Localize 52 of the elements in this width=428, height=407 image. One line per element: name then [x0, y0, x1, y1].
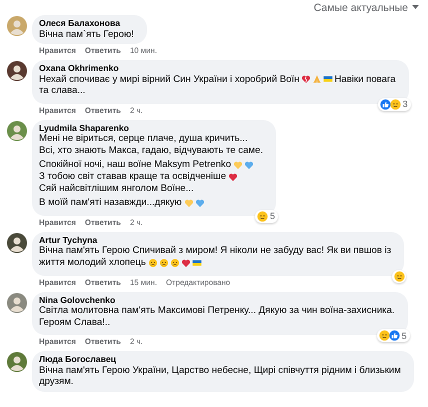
comment-text: Світла молитовна пам'ять Максимові Петренку... Дякую за чин воїна-захисника. — [39, 305, 395, 317]
avatar[interactable] — [7, 232, 27, 253]
author-name[interactable]: Олеся Балахонова — [39, 18, 135, 28]
reaction-badge[interactable] — [392, 270, 406, 283]
sort-dropdown[interactable]: Самые актуальные — [314, 0, 422, 15]
author-name[interactable]: Oxana Okhrimenko — [39, 63, 397, 74]
comment-text: життя молодий хлопець — [39, 256, 146, 269]
like-icon — [380, 98, 391, 110]
reaction-badge[interactable]: 5 — [376, 329, 410, 342]
flag-icon — [192, 258, 202, 268]
heart-icon — [244, 160, 254, 170]
comment-text: Сяй найсвітлішим янголом Воїне... — [39, 182, 194, 194]
comment-text: Героям Слава!.. — [39, 316, 110, 328]
author-name[interactable]: Artur Tychyna — [39, 234, 392, 246]
comment-text: В моїй пам'яті назавжди...дякую — [39, 197, 182, 209]
comment-text: Всі, хто знають Макса, гадаю, відчувають те саме. — [39, 144, 264, 156]
heart-icon — [184, 198, 194, 208]
broken-heart-icon — [301, 74, 312, 84]
reaction-count: 5 — [270, 211, 276, 222]
comment-text: Мені не віриться, серце плаче, душа кричить... — [39, 133, 248, 145]
comment-text: Вічна пам'ять Герою Спичивай з миром! Я ніколи не забуду вас! Як ви пвшов із — [39, 245, 392, 257]
comment-text: Нехай спочиває у мирі вірний Син України і хоробрий Воїн — [39, 74, 300, 86]
sad-face-icon — [257, 210, 268, 222]
comment-text: Вічна пам'ять Герою України, Царство небесне, Щирі співчуття рідним і близьким — [39, 364, 401, 376]
author-name[interactable]: Люда Богославец — [39, 354, 402, 365]
sad-face-icon — [390, 98, 401, 110]
heart-icon — [194, 198, 205, 208]
flag-icon — [323, 74, 334, 84]
reaction-count: 5 — [402, 330, 408, 341]
reaction-count: 3 — [402, 99, 409, 110]
heart-icon — [233, 160, 244, 170]
caret-icon — [412, 5, 419, 10]
heart-icon — [180, 258, 191, 268]
avatar[interactable] — [7, 61, 27, 82]
comment-text: Навіки повага — [334, 74, 396, 86]
sad-face-icon — [378, 330, 390, 342]
reaction-badge[interactable]: 5 — [255, 210, 278, 223]
comment-text: З тобою світ ставав краще та освідченіше — [39, 171, 226, 183]
comment-text: Спокійної ночі, наш воїне Maksym Petrenko — [39, 159, 232, 172]
heart-icon — [228, 172, 238, 182]
like-icon — [388, 330, 400, 342]
sad-face-icon — [158, 258, 169, 268]
comment-text: Вічна пам`ять Герою! — [39, 28, 134, 40]
comment-text: та слава... — [39, 85, 86, 97]
avatar[interactable] — [7, 352, 27, 372]
sad-face-icon — [394, 270, 406, 282]
comment-text: друзям. — [39, 376, 74, 388]
sad-face-icon — [148, 258, 158, 268]
reaction-badge[interactable]: 3 — [378, 98, 411, 111]
sad-face-icon — [170, 258, 180, 268]
author-name[interactable]: Nina Golovchenko — [39, 294, 396, 306]
author-name[interactable]: Lyudmila Shaparenko — [39, 122, 264, 134]
